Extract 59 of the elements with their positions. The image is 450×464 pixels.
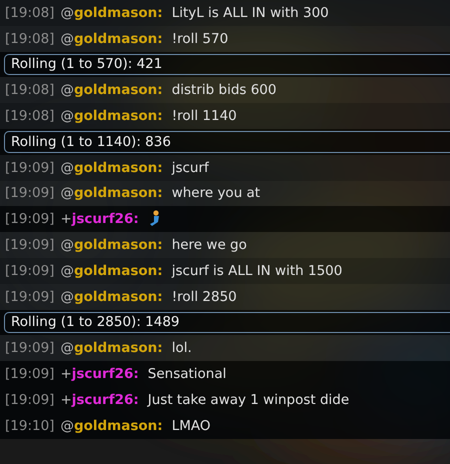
- timestamp: [19:09]: [5, 211, 54, 228]
- message-text: !roll 1140: [172, 108, 237, 124]
- message-text: Just take away 1 winpost dide: [148, 392, 350, 408]
- user-prefix: @: [60, 237, 74, 254]
- roll-result: Rolling (1 to 2850): 1489: [4, 312, 450, 334]
- user-prefix: @: [60, 160, 74, 176]
- message-text: jscurf is ALL IN with 1500: [172, 262, 342, 279]
- timestamp: [19:09]: [5, 340, 54, 356]
- message-text: !roll 570: [172, 30, 228, 47]
- user-prefix: @: [60, 262, 74, 279]
- username: goldmason:: [74, 82, 163, 98]
- timestamp: [19:10]: [5, 418, 54, 434]
- user-prefix: @: [60, 418, 74, 434]
- user-prefix: @: [60, 185, 74, 202]
- username: goldmason:: [74, 160, 163, 176]
- username: goldmason:: [74, 185, 163, 202]
- user-prefix: @: [60, 288, 74, 305]
- message-text: LMAO: [172, 418, 210, 434]
- timestamp: [19:09]: [5, 160, 54, 176]
- message-text: where you at: [172, 185, 260, 202]
- timestamp: [19:08]: [5, 82, 54, 98]
- timestamp: [19:09]: [5, 262, 54, 279]
- username: goldmason:: [74, 4, 163, 21]
- timestamp: [19:09]: [5, 366, 54, 382]
- user-prefix: +: [60, 211, 72, 228]
- message-text: distrib bids 600: [172, 82, 276, 98]
- username: goldmason:: [74, 262, 163, 279]
- user-prefix: @: [60, 82, 74, 98]
- timestamp: [19:09]: [5, 237, 54, 254]
- user-prefix: @: [60, 30, 74, 47]
- user-prefix: @: [60, 108, 74, 124]
- user-prefix: +: [60, 366, 72, 382]
- message-text: jscurf: [172, 160, 209, 176]
- person-icon: [148, 210, 162, 228]
- username: jscurf26:: [72, 366, 139, 382]
- user-prefix: @: [60, 340, 74, 356]
- user-prefix: @: [60, 4, 74, 21]
- timestamp: [19:08]: [5, 4, 54, 21]
- roll-result: Rolling (1 to 1140): 836: [4, 130, 450, 153]
- roll-result: Rolling (1 to 570): 421: [4, 54, 450, 76]
- message-text: !roll 2850: [172, 288, 237, 305]
- username: goldmason:: [74, 108, 163, 124]
- timestamp: [19:08]: [5, 108, 54, 124]
- timestamp: [19:09]: [5, 288, 54, 305]
- timestamp: [19:09]: [5, 392, 54, 408]
- username: goldmason:: [74, 30, 163, 47]
- username: goldmason:: [74, 288, 163, 305]
- message-text: here we go: [172, 237, 247, 254]
- message-text: LityL is ALL IN with 300: [172, 4, 329, 21]
- user-prefix: +: [60, 392, 72, 408]
- timestamp: [19:09]: [5, 185, 54, 202]
- username: goldmason:: [74, 237, 163, 254]
- message-text: Sensational: [148, 366, 226, 382]
- timestamp: [19:08]: [5, 30, 54, 47]
- message-text: lol.: [172, 340, 192, 356]
- username: jscurf26:: [72, 211, 139, 228]
- username: goldmason:: [74, 418, 163, 434]
- username: jscurf26:: [72, 392, 139, 408]
- username: goldmason:: [74, 340, 163, 356]
